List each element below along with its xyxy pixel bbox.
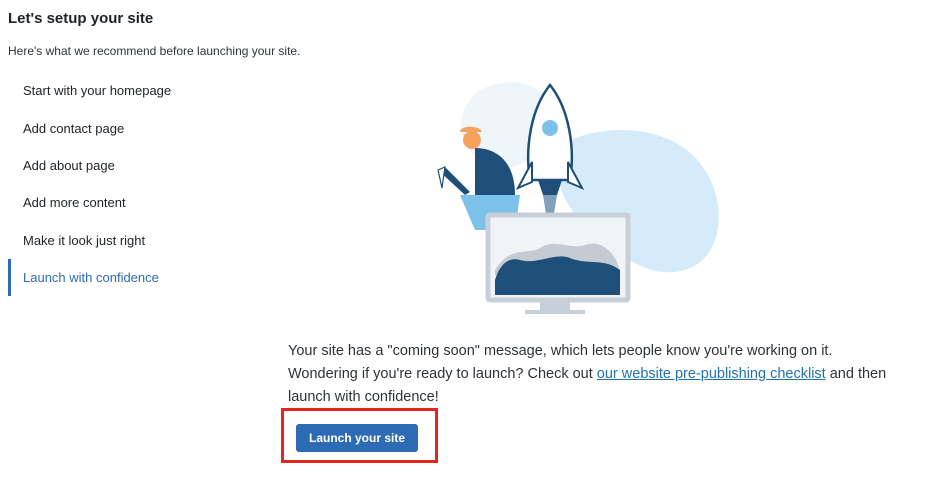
setup-steps-list: Start with your homepage Add contact pag… (8, 72, 238, 297)
step-start-homepage[interactable]: Start with your homepage (8, 72, 238, 109)
step-add-content[interactable]: Add more content (8, 184, 238, 221)
step-add-about[interactable]: Add about page (8, 147, 238, 184)
page-title: Let's setup your site (8, 10, 154, 27)
launch-message: Your site has a "coming soon" message, w… (288, 340, 888, 409)
step-label: Start with your homepage (23, 83, 172, 99)
step-label: Make it look just right (23, 232, 146, 248)
step-label: Add more content (23, 195, 126, 211)
page-subtitle: Here's what we recommend before launchin… (8, 44, 301, 58)
step-add-contact[interactable]: Add contact page (8, 109, 238, 146)
step-label: Add about page (23, 157, 115, 173)
step-launch[interactable]: Launch with confidence (8, 258, 238, 297)
step-label: Launch with confidence (23, 270, 159, 286)
step-label: Add contact page (23, 120, 125, 136)
rocket-launch-illustration (437, 82, 719, 314)
pre-publishing-checklist-link[interactable]: our website pre-publishing checklist (597, 366, 826, 382)
launch-site-button[interactable]: Launch your site (296, 424, 418, 452)
step-look-right[interactable]: Make it look just right (8, 222, 238, 259)
monitor-icon (485, 212, 631, 314)
